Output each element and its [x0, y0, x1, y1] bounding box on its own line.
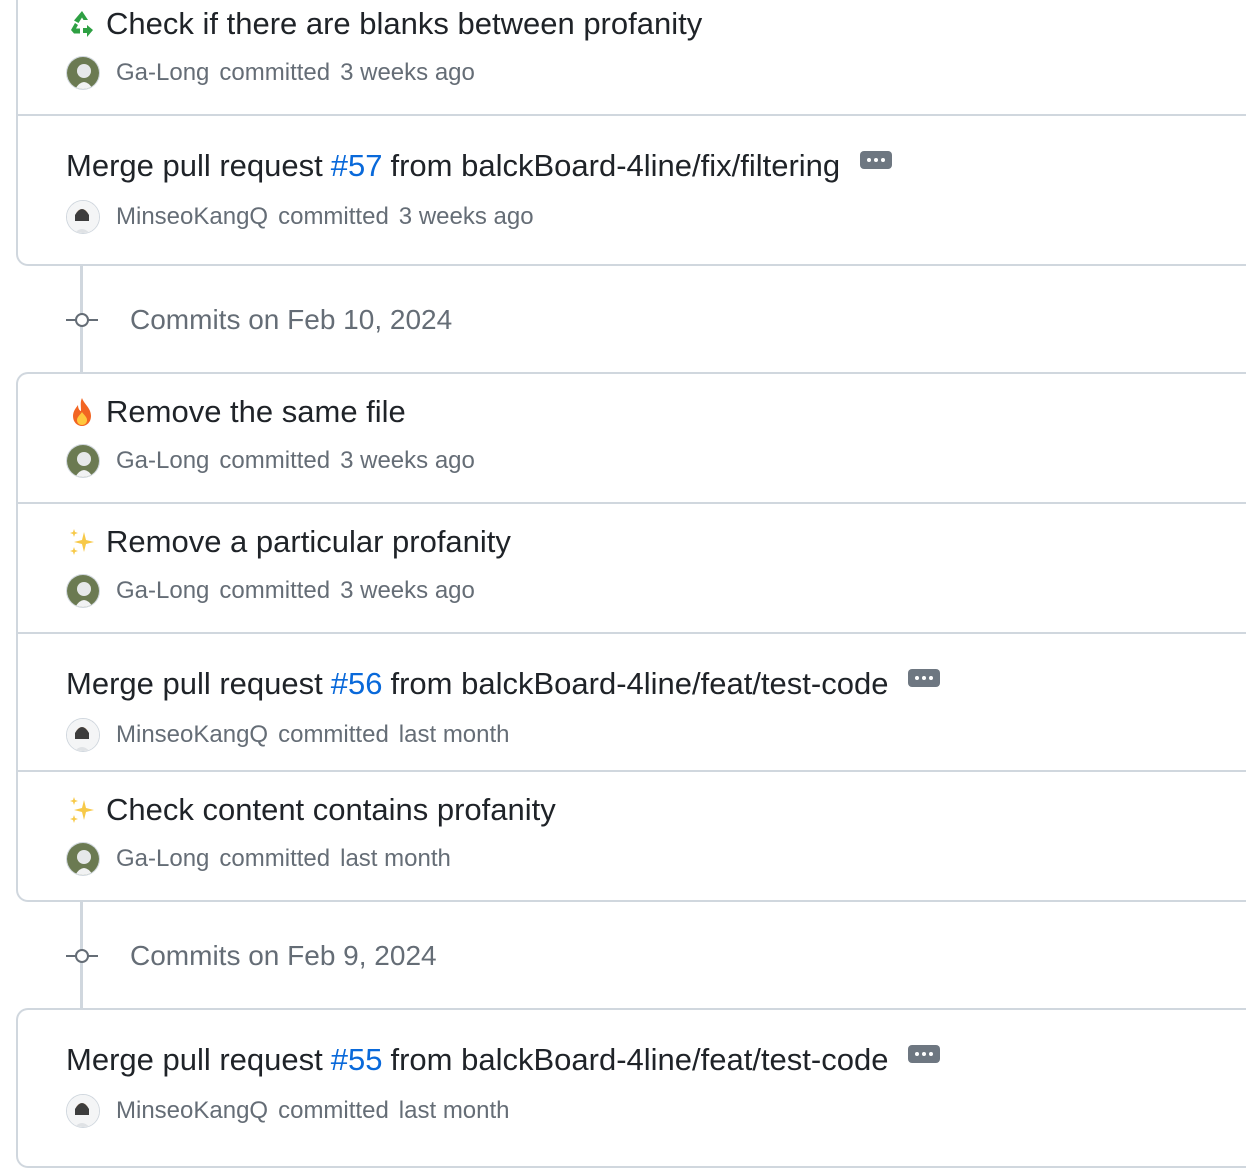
commit-row[interactable]: Merge pull request #57 from balckBoard-4…	[18, 116, 1246, 254]
sparkles-icon	[66, 526, 98, 558]
commit-time: last month	[398, 721, 510, 748]
pr-link[interactable]: #57	[331, 146, 383, 186]
date-header: Commits on Feb 9, 2024	[66, 936, 437, 976]
avatar[interactable]	[66, 842, 100, 876]
commit-title[interactable]: Merge pull request #55 from balckBoard-4…	[66, 1040, 941, 1080]
commit-meta: Ga-Long committed 3 weeks ago	[66, 56, 475, 90]
avatar[interactable]	[66, 444, 100, 478]
commit-title-text[interactable]: Check content contains profanity	[106, 790, 556, 830]
author-link[interactable]: Ga-Long	[116, 845, 209, 873]
commit-title-text[interactable]: Remove the same file	[106, 392, 406, 432]
date-label: Commits on Feb 9, 2024	[130, 940, 437, 971]
commit-title-text[interactable]: Remove a particular profanity	[106, 522, 511, 562]
commit-row[interactable]: Check if there are blanks between profan…	[18, 0, 1246, 116]
commit-title-suffix[interactable]: from balckBoard-4line/feat/test-code	[390, 664, 888, 704]
commit-meta: Ga-Long committed 3 weeks ago	[66, 574, 475, 608]
commit-time: last month	[398, 1097, 510, 1124]
commit-title[interactable]: Merge pull request #56 from balckBoard-4…	[66, 664, 941, 704]
commit-row[interactable]: Merge pull request #55 from balckBoard-4…	[18, 1010, 1246, 1148]
commit-meta: MinseoKangQ committed last month	[66, 718, 510, 752]
date-label: Commits on Feb 10, 2024	[130, 304, 453, 335]
commit-time: 3 weeks ago	[340, 59, 475, 86]
pr-link[interactable]: #56	[331, 664, 383, 704]
commit-title-text[interactable]: Check if there are blanks between profan…	[106, 4, 702, 44]
commit-title-prefix[interactable]: Merge pull request	[66, 1040, 323, 1080]
commit-title-prefix[interactable]: Merge pull request	[66, 664, 323, 704]
commit-title[interactable]: Check content contains profanity	[66, 790, 556, 830]
commit-title-prefix[interactable]: Merge pull request	[66, 146, 323, 186]
commit-row[interactable]: Check content contains profanity Ga-Long…	[18, 772, 1246, 902]
sparkles-icon	[66, 794, 98, 826]
avatar[interactable]	[66, 718, 100, 752]
avatar[interactable]	[66, 1094, 100, 1128]
commit-title[interactable]: Merge pull request #57 from balckBoard-4…	[66, 146, 893, 186]
commit-action: committed	[278, 203, 389, 230]
pr-link[interactable]: #55	[331, 1040, 383, 1080]
commit-title[interactable]: Remove the same file	[66, 392, 406, 432]
commit-time: 3 weeks ago	[340, 447, 475, 474]
commit-time: 3 weeks ago	[340, 577, 475, 604]
commit-title[interactable]: Check if there are blanks between profan…	[66, 4, 702, 44]
date-header: Commits on Feb 10, 2024	[66, 300, 452, 340]
commit-title-suffix[interactable]: from balckBoard-4line/fix/filtering	[390, 146, 840, 186]
ellipsis-button[interactable]	[860, 151, 893, 169]
commit-meta: Ga-Long committed last month	[66, 842, 451, 876]
author-link[interactable]: Ga-Long	[116, 59, 209, 87]
ellipsis-button[interactable]	[908, 1045, 941, 1063]
commit-time: last month	[340, 845, 451, 872]
commit-row[interactable]: Remove a particular profanity Ga-Long co…	[18, 504, 1246, 634]
avatar[interactable]	[66, 574, 100, 608]
commit-group: Merge pull request #55 from balckBoard-4…	[16, 1008, 1246, 1168]
commit-row[interactable]: Remove the same file Ga-Long committed 3…	[18, 374, 1246, 504]
ellipsis-button[interactable]	[908, 669, 941, 687]
commit-meta: Ga-Long committed 3 weeks ago	[66, 444, 475, 478]
commit-title[interactable]: Remove a particular profanity	[66, 522, 511, 562]
author-link[interactable]: MinseoKangQ	[116, 1097, 268, 1125]
recycle-icon	[66, 8, 98, 40]
avatar[interactable]	[66, 200, 100, 234]
git-commit-icon	[66, 947, 98, 965]
commit-row[interactable]: Merge pull request #56 from balckBoard-4…	[18, 634, 1246, 772]
fire-icon	[66, 396, 98, 428]
avatar[interactable]	[66, 56, 100, 90]
commit-time: 3 weeks ago	[398, 203, 534, 230]
git-commit-icon	[66, 311, 98, 329]
commit-action: committed	[278, 721, 389, 748]
commit-group: Remove the same file Ga-Long committed 3…	[16, 372, 1246, 902]
commit-action: committed	[219, 447, 331, 474]
author-link[interactable]: MinseoKangQ	[116, 203, 268, 231]
commit-action: committed	[219, 845, 331, 872]
author-link[interactable]: Ga-Long	[116, 447, 209, 475]
commit-meta: MinseoKangQ committed last month	[66, 1094, 510, 1128]
author-link[interactable]: Ga-Long	[116, 577, 209, 605]
commit-title-suffix[interactable]: from balckBoard-4line/feat/test-code	[390, 1040, 888, 1080]
commit-action: committed	[278, 1097, 389, 1124]
author-link[interactable]: MinseoKangQ	[116, 721, 268, 749]
commit-action: committed	[219, 59, 331, 86]
commit-action: committed	[219, 577, 331, 604]
commit-group: Check if there are blanks between profan…	[16, 0, 1246, 266]
commit-meta: MinseoKangQ committed 3 weeks ago	[66, 200, 534, 234]
